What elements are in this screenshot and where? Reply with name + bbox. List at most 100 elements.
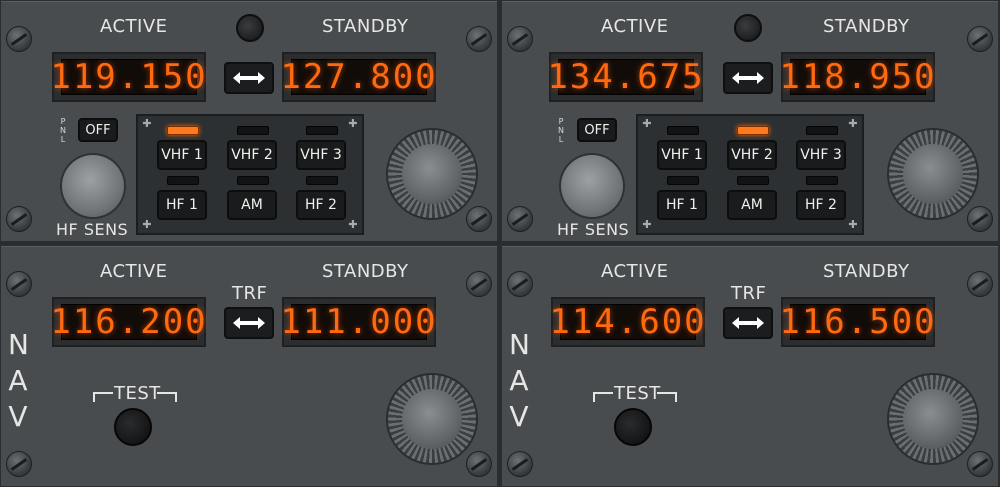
am-lamp — [237, 176, 269, 185]
standby-label: STANDBY — [823, 16, 910, 37]
off-button[interactable]: OFF — [577, 118, 617, 142]
standby-label: STANDBY — [322, 261, 409, 282]
screw-icon — [466, 451, 492, 477]
hf-sens-label: HF SENS — [56, 220, 129, 239]
am-button[interactable]: AM — [227, 190, 277, 220]
test-bracket-right — [657, 392, 677, 402]
screw-icon: ✚ — [142, 218, 152, 231]
screw-icon: ✚ — [348, 117, 358, 130]
hf-sens-knob[interactable] — [62, 155, 124, 217]
indicator-light — [734, 14, 762, 42]
screw-icon — [507, 26, 533, 52]
swap-arrows-icon — [233, 317, 265, 329]
standby-frequency-display: 116.500 — [779, 297, 937, 347]
test-label: TEST — [114, 383, 161, 404]
vhf1-button[interactable]: VHF 1 — [657, 140, 707, 170]
test-label: TEST — [614, 383, 661, 404]
hf2-lamp — [306, 176, 338, 185]
vhf2-lamp — [737, 126, 769, 135]
nav-side-label: NAV — [8, 328, 29, 433]
screw-icon: ✚ — [142, 117, 152, 130]
active-frequency: 119.150 — [50, 57, 208, 97]
standby-frequency-display: 111.000 — [280, 297, 438, 347]
trf-label: TRF — [232, 283, 268, 304]
screw-icon — [466, 26, 492, 52]
vhf2-button[interactable]: VHF 2 — [727, 140, 777, 170]
frequency-knob[interactable] — [889, 130, 977, 218]
standby-label: STANDBY — [823, 261, 910, 282]
nav-panel-right: ACTIVE TRF STANDBY 114.600 116.500 NAV T… — [501, 245, 999, 487]
hf1-button[interactable]: HF 1 — [657, 190, 707, 220]
hf-sens-label: HF SENS — [557, 220, 630, 239]
active-frequency-display: 119.150 — [50, 52, 208, 102]
hf2-lamp — [806, 176, 838, 185]
vhf3-button[interactable]: VHF 3 — [296, 140, 346, 170]
test-bracket-left — [593, 392, 613, 402]
standby-frequency: 127.800 — [280, 57, 438, 97]
vhf3-button[interactable]: VHF 3 — [796, 140, 846, 170]
hf2-button[interactable]: HF 2 — [796, 190, 846, 220]
hf-sens-knob[interactable] — [561, 155, 623, 217]
active-frequency-display: 134.675 — [547, 52, 705, 102]
active-label: ACTIVE — [601, 261, 669, 282]
vhf3-lamp — [806, 126, 838, 135]
vhf3-lamp — [306, 126, 338, 135]
radio-selector-panel: ✚ ✚ ✚ ✚ VHF 1 VHF 2 VHF 3 HF 1 AM HF 2 — [136, 114, 364, 235]
am-button[interactable]: AM — [727, 190, 777, 220]
screw-icon — [6, 451, 32, 477]
hf1-button[interactable]: HF 1 — [157, 190, 207, 220]
frequency-knob[interactable] — [388, 375, 476, 463]
pnl-label: PNL — [60, 117, 66, 144]
frequency-knob[interactable] — [388, 130, 476, 218]
hf2-button[interactable]: HF 2 — [296, 190, 346, 220]
nav-side-label: NAV — [509, 328, 530, 433]
am-lamp — [737, 176, 769, 185]
screw-icon — [507, 271, 533, 297]
active-label: ACTIVE — [601, 16, 669, 37]
standby-frequency: 116.500 — [779, 302, 937, 342]
screw-icon — [507, 206, 533, 232]
standby-frequency-display: 127.800 — [280, 52, 438, 102]
active-label: ACTIVE — [100, 16, 168, 37]
screw-icon — [967, 206, 993, 232]
active-frequency-display: 114.600 — [549, 297, 707, 347]
active-frequency: 134.675 — [547, 57, 705, 97]
test-button[interactable] — [114, 408, 152, 446]
vhf1-lamp — [167, 126, 199, 135]
swap-arrows-icon — [732, 72, 764, 84]
hf1-lamp — [667, 176, 699, 185]
frequency-knob[interactable] — [889, 375, 977, 463]
vhf2-button[interactable]: VHF 2 — [227, 140, 277, 170]
screw-icon — [6, 271, 32, 297]
indicator-light — [236, 14, 264, 42]
screw-icon — [967, 451, 993, 477]
rmp-panel-right: ACTIVE STANDBY 134.675 118.950 PNL OFF H… — [501, 0, 999, 242]
screw-icon — [6, 26, 32, 52]
hf1-lamp — [167, 176, 199, 185]
swap-button[interactable] — [723, 62, 773, 94]
pnl-label: PNL — [558, 117, 564, 144]
test-bracket-right — [157, 392, 177, 402]
standby-frequency: 118.950 — [779, 57, 937, 97]
swap-arrows-icon — [732, 317, 764, 329]
nav-panel-left: ACTIVE TRF STANDBY 116.200 111.000 NAV T… — [0, 245, 498, 487]
test-button[interactable] — [614, 408, 652, 446]
active-frequency-display: 116.200 — [50, 297, 206, 347]
off-button[interactable]: OFF — [78, 118, 118, 142]
screw-icon — [507, 451, 533, 477]
active-frequency: 114.600 — [549, 302, 707, 342]
screw-icon — [967, 26, 993, 52]
standby-frequency: 111.000 — [280, 302, 438, 342]
swap-button[interactable] — [224, 62, 274, 94]
vhf1-button[interactable]: VHF 1 — [157, 140, 207, 170]
vhf1-lamp — [667, 126, 699, 135]
screw-icon: ✚ — [848, 218, 858, 231]
radio-panels: ACTIVE STANDBY 119.150 127.800 PNL OFF H… — [0, 0, 1000, 487]
transfer-button[interactable] — [723, 307, 773, 339]
transfer-button[interactable] — [224, 307, 274, 339]
screw-icon — [466, 206, 492, 232]
rmp-panel-left: ACTIVE STANDBY 119.150 127.800 PNL OFF H… — [0, 0, 498, 242]
screw-icon: ✚ — [348, 218, 358, 231]
screw-icon — [967, 271, 993, 297]
standby-label: STANDBY — [322, 16, 409, 37]
